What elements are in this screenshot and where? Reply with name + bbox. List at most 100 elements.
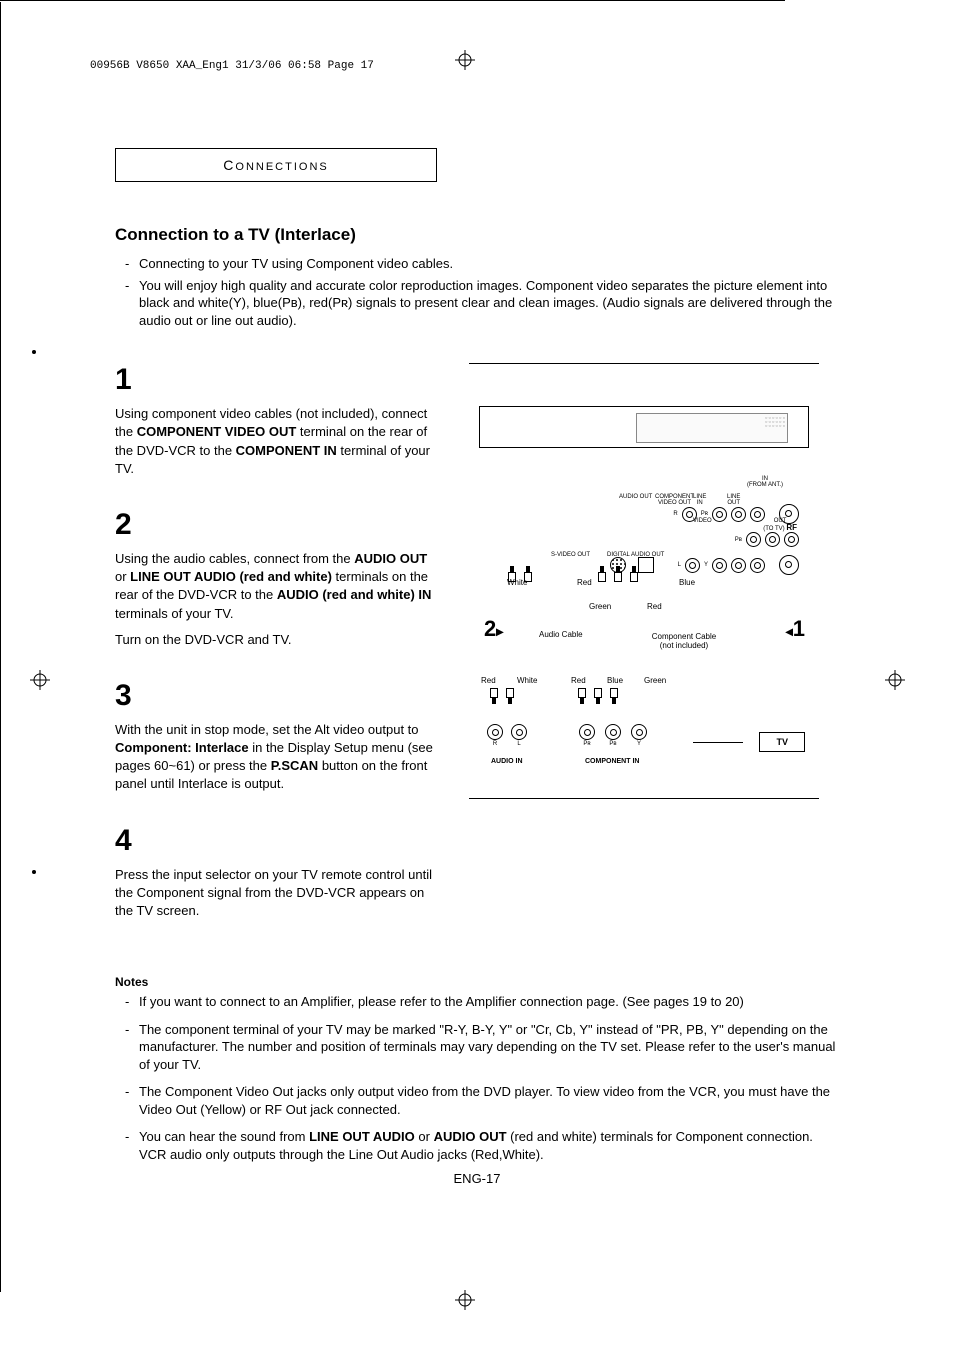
jack-label-l: L xyxy=(678,562,681,568)
color-label-blue: Blue xyxy=(607,676,623,685)
jack-icon xyxy=(511,724,527,740)
step-number: 4 xyxy=(115,824,435,858)
rca-plug-icon xyxy=(577,688,587,704)
tv-component-jacks: Pʀ Pʙ Y xyxy=(579,724,647,747)
section-heading-rest: ONNECTIONS xyxy=(235,161,328,173)
jack-icon xyxy=(631,724,647,740)
color-label-blue: Blue xyxy=(679,578,695,587)
antenna-jack-icon xyxy=(779,504,799,524)
rca-plug-icon xyxy=(629,566,639,582)
rca-plug-icon xyxy=(489,688,499,704)
jack-icon xyxy=(487,724,503,740)
step-body: Using the audio cables, connect from the… xyxy=(115,550,435,649)
tv-label-component-in: COMPONENT IN xyxy=(585,758,639,765)
optical-jack-icon xyxy=(638,557,654,573)
reg-dot-icon xyxy=(32,350,36,354)
notes-title: Notes xyxy=(115,975,840,989)
jack-label-pr: Pʀ xyxy=(583,741,590,747)
component-plugs-bottom xyxy=(577,688,619,704)
component-plugs-top xyxy=(597,566,639,582)
connector-line-icon xyxy=(693,742,743,743)
registration-mark-icon xyxy=(30,670,50,690)
color-label-red: Red xyxy=(481,676,496,685)
jack-icon xyxy=(765,532,780,547)
jack-icon xyxy=(750,558,765,573)
diagram-column: IN (FROM ANT.) AUDIO OUT COMPONENT VIDEO… xyxy=(469,363,819,950)
color-label-green: Green xyxy=(644,676,666,685)
intro-item: Connecting to your TV using Component vi… xyxy=(139,255,840,273)
step-1: 1 Using component video cables (not incl… xyxy=(115,363,435,478)
note-item: The component terminal of your TV may be… xyxy=(139,1021,840,1074)
jack-icon xyxy=(746,532,761,547)
jack-label-pb: Pʙ xyxy=(609,741,616,747)
note-item: The Component Video Out jacks only outpu… xyxy=(139,1083,840,1118)
notes-block: Notes If you want to connect to an Ampli… xyxy=(115,975,840,1173)
registration-mark-icon xyxy=(455,50,475,70)
jack-label-r: R xyxy=(493,741,497,747)
rca-plug-icon xyxy=(597,566,607,582)
step-body: With the unit in stop mode, set the Alt … xyxy=(115,721,435,794)
color-label-red: Red xyxy=(577,578,592,587)
jack-label-pb: Pʙ xyxy=(735,537,742,543)
jack-label-l: L xyxy=(517,741,520,747)
jack-label-pr: Pʀ xyxy=(701,511,708,517)
jack-icon xyxy=(579,724,595,740)
section-heading-box: CONNECTIONS xyxy=(115,148,437,182)
registration-mark-icon xyxy=(885,670,905,690)
jack-icon xyxy=(750,507,765,522)
reg-dot-icon xyxy=(32,870,36,874)
step-4: 4 Press the input selector on your TV re… xyxy=(115,824,435,921)
step-2: 2 Using the audio cables, connect from t… xyxy=(115,508,435,649)
color-label-red: Red xyxy=(571,676,586,685)
intro-list: Connecting to your TV using Component vi… xyxy=(115,255,840,329)
jack-icon xyxy=(712,507,727,522)
document-page: 00956B V8650 XAA_Eng1 31/3/06 06:58 Page… xyxy=(0,0,954,1351)
notes-list: If you want to connect to an Amplifier, … xyxy=(115,993,840,1163)
main-content: Connection to a TV (Interlace) Connectin… xyxy=(115,225,840,950)
imprint-header: 00956B V8650 XAA_Eng1 31/3/06 06:58 Page… xyxy=(90,60,374,72)
steps-area: 1 Using component video cables (not incl… xyxy=(115,363,840,950)
jack-icon xyxy=(731,558,746,573)
triangle-left-icon: ◂ xyxy=(786,623,793,639)
step-number: 2 xyxy=(115,508,435,542)
jack-label-r: R xyxy=(673,511,677,517)
wiring-diagram: IN (FROM ANT.) AUDIO OUT COMPONENT VIDEO… xyxy=(479,458,809,778)
tv-label-audio-in: AUDIO IN xyxy=(491,758,523,765)
dvd-vcr-unit-icon xyxy=(479,406,809,448)
steps-column: 1 Using component video cables (not incl… xyxy=(115,363,435,950)
color-label-white: White xyxy=(517,676,537,685)
label-in-from-ant: IN (FROM ANT.) xyxy=(747,476,783,488)
label-component-cable: Component Cable (not included) xyxy=(639,632,729,650)
step-body-extra: Turn on the DVD-VCR and TV. xyxy=(115,631,435,649)
jack-icon xyxy=(605,724,621,740)
intro-item: You will enjoy high quality and accurate… xyxy=(139,277,840,330)
step-number: 3 xyxy=(115,679,435,713)
crop-rule-top xyxy=(0,0,785,2)
registration-mark-icon xyxy=(455,1290,475,1310)
connection-diagram: IN (FROM ANT.) AUDIO OUT COMPONENT VIDEO… xyxy=(469,406,819,778)
diagram-divider-bottom xyxy=(469,798,819,799)
note-item: You can hear the sound from LINE OUT AUD… xyxy=(139,1128,840,1163)
jack-icon xyxy=(685,558,700,573)
section-heading-cap: C xyxy=(223,157,235,173)
rear-panel-detail: IN (FROM ANT.) AUDIO OUT COMPONENT VIDEO… xyxy=(549,476,799,556)
rca-plug-icon xyxy=(609,688,619,704)
callout-number-2: 2▸ xyxy=(484,616,503,642)
page-number: ENG-17 xyxy=(0,1171,954,1186)
label-audio-cable: Audio Cable xyxy=(539,630,583,639)
audio-plugs-bottom xyxy=(489,688,515,704)
label-audio-out: AUDIO OUT xyxy=(619,494,652,500)
tv-audio-jacks: R L xyxy=(487,724,527,747)
jack-icon xyxy=(712,558,727,573)
label-s-video-out: S-VIDEO OUT xyxy=(551,552,590,558)
jack-label-y: Y xyxy=(704,562,708,568)
tv-box-label: TV xyxy=(759,732,805,752)
jack-icon xyxy=(682,507,697,522)
page-title: Connection to a TV (Interlace) xyxy=(115,225,840,245)
triangle-right-icon: ▸ xyxy=(496,623,503,639)
tv-panel: R L Pʀ Pʙ Y AUDIO IN COMPONENT IN xyxy=(479,724,809,778)
jack-label-y: Y xyxy=(637,741,641,747)
crop-rule-left xyxy=(0,2,2,1292)
color-label-green: Green xyxy=(589,602,611,611)
note-item: If you want to connect to an Amplifier, … xyxy=(139,993,840,1011)
